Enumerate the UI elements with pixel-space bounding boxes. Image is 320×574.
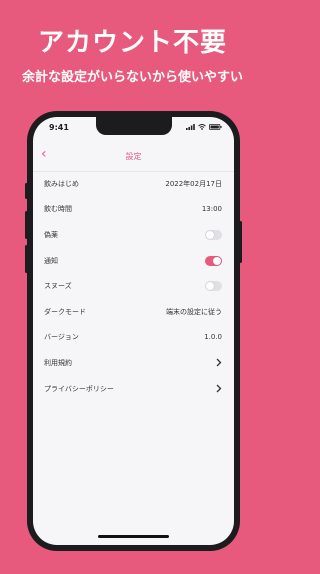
chevron-right-icon bbox=[216, 358, 222, 367]
start-date-value: 2022年02月17日 bbox=[165, 179, 222, 188]
phone-frame: 9:41 ‹ 設定 飲みはじめ 2022年02月17日 飲む時間 13:00 偽… bbox=[25, 111, 242, 551]
chevron-right-icon bbox=[216, 384, 222, 393]
silent-switch bbox=[25, 183, 28, 199]
placebo-toggle[interactable] bbox=[205, 229, 222, 240]
battery-icon bbox=[209, 124, 222, 130]
signal-icon bbox=[186, 124, 195, 130]
page-title: 設定 bbox=[125, 152, 142, 161]
volume-up-button bbox=[25, 211, 28, 239]
subhead: 余計な設定がいらないから使いやすい bbox=[21, 70, 243, 85]
setting-placebo: 偽薬 bbox=[33, 222, 234, 248]
setting-label: プライバシーポリシー bbox=[44, 384, 114, 393]
dark-mode-value: 端末の設定に従う bbox=[166, 307, 222, 316]
setting-label: バージョン bbox=[44, 333, 79, 342]
setting-terms[interactable]: 利用規約 bbox=[33, 350, 234, 376]
setting-privacy-policy[interactable]: プライバシーポリシー bbox=[33, 376, 234, 402]
phone-screen: 9:41 ‹ 設定 飲みはじめ 2022年02月17日 飲む時間 13:00 偽… bbox=[33, 117, 234, 545]
setting-dark-mode[interactable]: ダークモード 端末の設定に従う bbox=[33, 299, 234, 325]
navigation-bar: ‹ 設定 bbox=[33, 141, 234, 172]
toggle-knob bbox=[213, 256, 221, 265]
wifi-icon bbox=[198, 124, 206, 130]
setting-start-date[interactable]: 飲みはじめ 2022年02月17日 bbox=[33, 171, 234, 197]
setting-label: 飲みはじめ bbox=[44, 179, 79, 188]
toggle-knob bbox=[206, 282, 214, 291]
setting-label: ダークモード bbox=[44, 307, 86, 316]
version-value: 1.0.0 bbox=[204, 333, 222, 342]
setting-label: 利用規約 bbox=[44, 358, 72, 367]
status-time: 9:41 bbox=[49, 123, 69, 132]
settings-list: 飲みはじめ 2022年02月17日 飲む時間 13:00 偽薬 通知 スヌーズ … bbox=[33, 171, 234, 401]
power-button bbox=[239, 221, 242, 263]
notification-toggle[interactable] bbox=[205, 255, 222, 266]
status-icons bbox=[186, 124, 222, 130]
setting-dose-time[interactable]: 飲む時間 13:00 bbox=[33, 197, 234, 223]
setting-label: 飲む時間 bbox=[44, 205, 72, 214]
toggle-knob bbox=[206, 230, 214, 239]
home-indicator[interactable] bbox=[98, 535, 169, 538]
setting-notification: 通知 bbox=[33, 248, 234, 274]
setting-label: 偽薬 bbox=[44, 230, 58, 239]
dose-time-value: 13:00 bbox=[201, 205, 222, 214]
headline: アカウント不要 bbox=[37, 28, 227, 58]
snooze-toggle[interactable] bbox=[205, 281, 222, 292]
setting-version: バージョン 1.0.0 bbox=[33, 325, 234, 351]
setting-snooze: スヌーズ bbox=[33, 273, 234, 299]
volume-down-button bbox=[25, 245, 28, 273]
setting-label: スヌーズ bbox=[44, 282, 72, 291]
setting-label: 通知 bbox=[44, 256, 58, 265]
notch bbox=[96, 117, 172, 135]
